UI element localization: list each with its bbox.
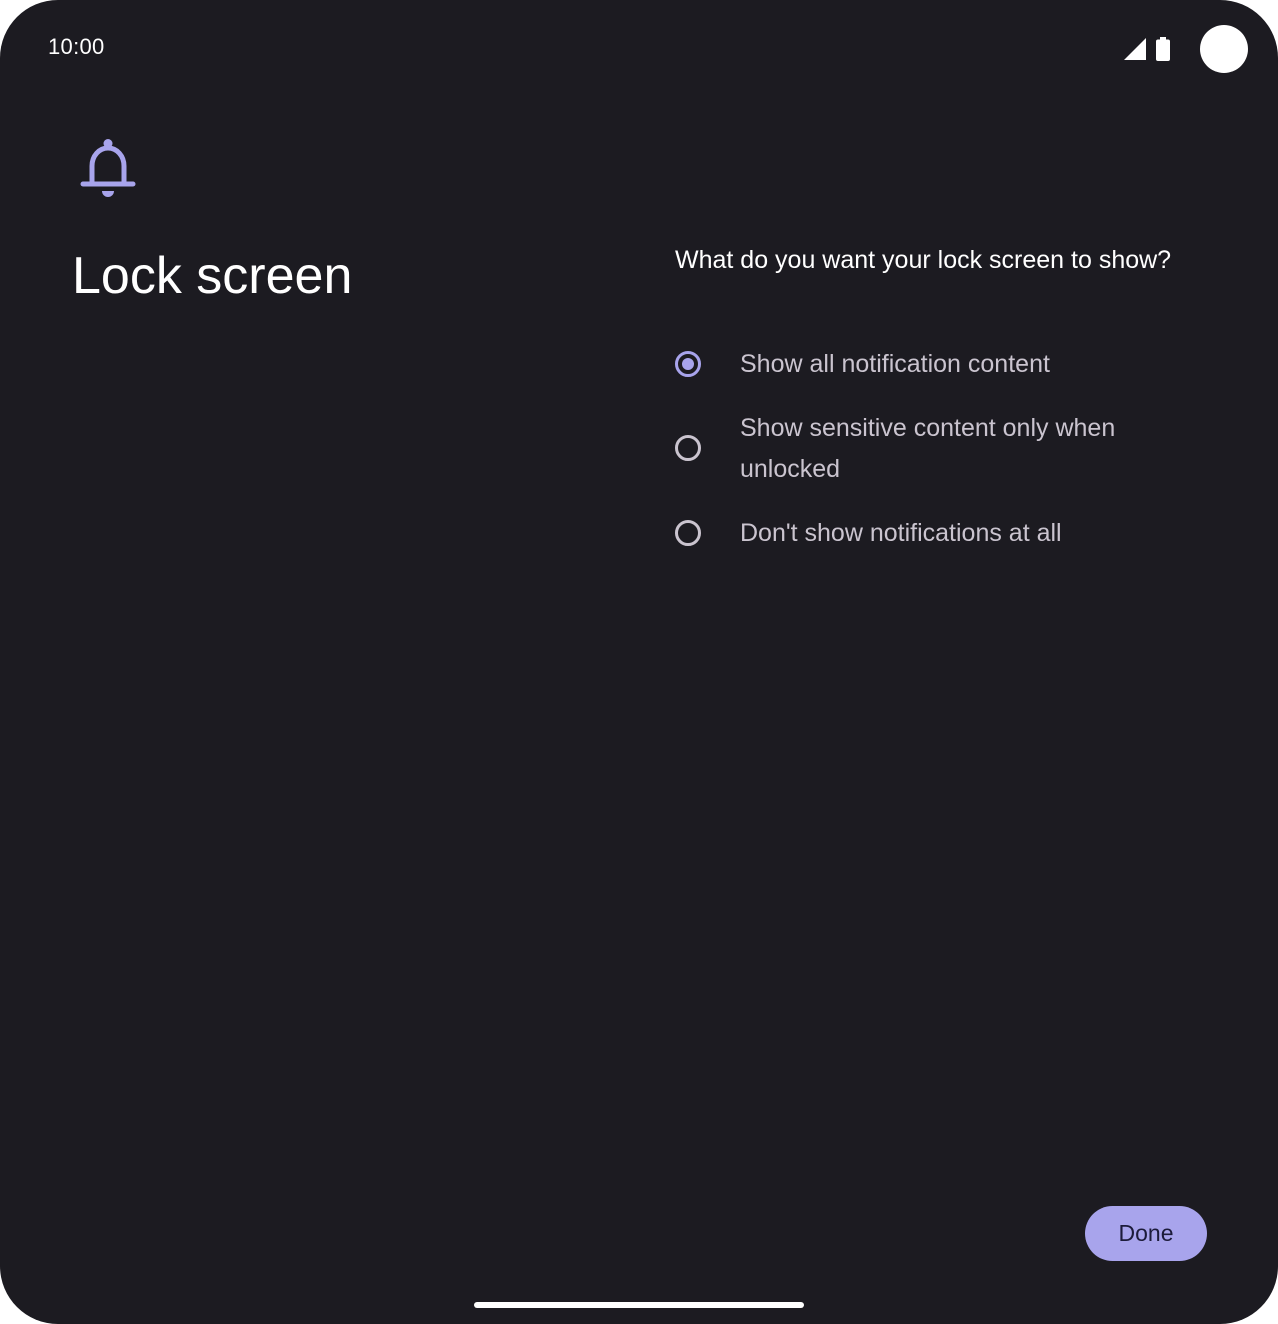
page-title: Lock screen [72,247,353,305]
option-label: Show sensitive content only when unlocke… [740,414,1116,483]
radio-unselected-icon[interactable] [675,435,701,461]
gesture-nav-handle[interactable] [474,1302,804,1308]
option-dont-show[interactable]: Don't show notifications at all [672,513,1212,557]
bell-icon [80,139,136,197]
radio-selected-icon[interactable] [675,351,701,377]
radio-unselected-icon[interactable] [675,520,701,546]
option-show-all[interactable]: Show all notification content [672,344,1212,388]
battery-icon [1156,37,1170,61]
camera-cutout [1200,25,1248,73]
status-time: 10:00 [48,34,105,59]
lock-screen-question: What do you want your lock screen to sho… [675,246,1172,274]
signal-icon [1124,38,1146,60]
option-label: Don't show notifications at all [740,519,1062,547]
option-label: Show all notification content [740,350,1050,378]
device-screen: 10:00 Lock screen What do you want your … [0,0,1278,1324]
done-button[interactable]: Done [1085,1206,1207,1261]
option-sensitive-when-unlocked[interactable]: Show sensitive content only when unlocke… [672,408,1212,492]
